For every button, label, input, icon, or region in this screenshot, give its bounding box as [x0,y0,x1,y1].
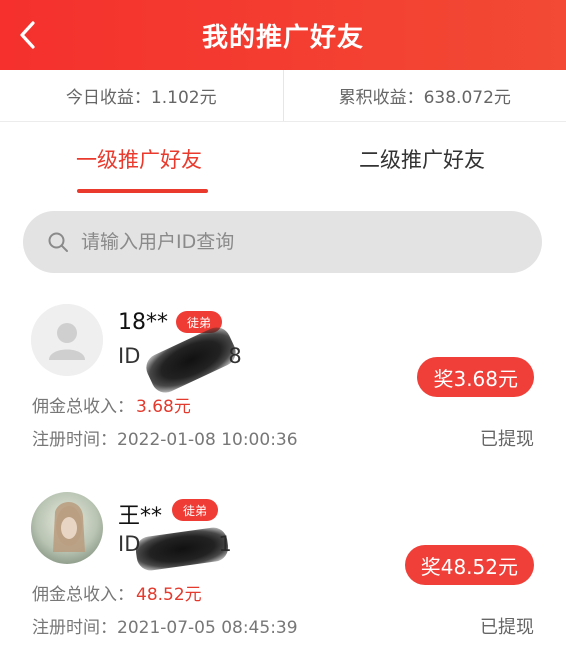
search-input[interactable] [81,231,501,253]
commission-label: 佣金总收入： [32,585,134,605]
search-icon [48,232,68,252]
top-nav-bar: 我的推广好友 [0,0,566,70]
commission-label: 佣金总收入： [32,397,134,417]
register-row: 注册时间：2021-07-05 08:45:39 [32,613,298,638]
friend-level-tabs: 一级推广好友 二级推广好友 [0,122,566,198]
total-earnings: 累积收益： 638.072元 [284,70,566,121]
register-row: 注册时间：2022-01-08 10:00:36 [32,425,298,450]
commission-value: 3.68元 [136,397,191,417]
today-earnings-value: 1.102元 [150,88,217,108]
active-tab-indicator [77,189,208,193]
register-time: 2021-07-05 08:45:39 [117,618,298,638]
today-earnings: 今日收益： 1.102元 [0,70,283,121]
withdraw-status: 已提现 [480,617,534,638]
reward-button[interactable]: 奖48.52元 [404,545,534,585]
friend-name: 18** [118,310,168,335]
tab-level-two[interactable]: 二级推广好友 [359,144,485,174]
earnings-summary: 今日收益： 1.102元 累积收益： 638.072元 [0,70,566,122]
search-bar[interactable] [23,211,542,273]
user-photo-avatar [31,492,103,564]
register-time: 2022-01-08 10:00:36 [117,430,298,450]
commission-row: 佣金总收入： 48.52元 [32,580,202,605]
chevron-left-icon [20,21,35,49]
friend-name: 王** [118,504,163,529]
friend-id-prefix: ID [118,344,141,368]
register-label: 注册时间： [32,430,117,450]
avatar [31,304,103,376]
withdraw-status: 已提现 [480,429,534,450]
back-button[interactable] [14,18,44,52]
disciple-badge: 徒弟 [172,499,219,521]
friend-list-item[interactable]: 18** 徒弟 ID8 佣金总收入：3.68元 奖3.68元 注册时间：2022… [0,290,566,470]
page-title: 我的推广好友 [201,22,364,53]
commission-row: 佣金总收入： 3.68元 [32,392,191,417]
today-earnings-label: 今日收益： [65,88,151,108]
register-label: 注册时间： [32,618,117,638]
total-earnings-value: 638.072元 [423,88,511,108]
tab-level-one[interactable]: 一级推广好友 [76,144,202,174]
default-user-icon [31,304,103,376]
total-earnings-label: 累积收益： [338,88,424,108]
reward-button[interactable]: 奖3.68元 [417,357,534,397]
friend-list-item[interactable]: 王** 徒弟 ID1 佣金总收入：48.52元 奖48.52元 注册时间：202… [0,478,566,650]
commission-value: 48.52元 [136,585,202,605]
avatar [31,492,103,564]
